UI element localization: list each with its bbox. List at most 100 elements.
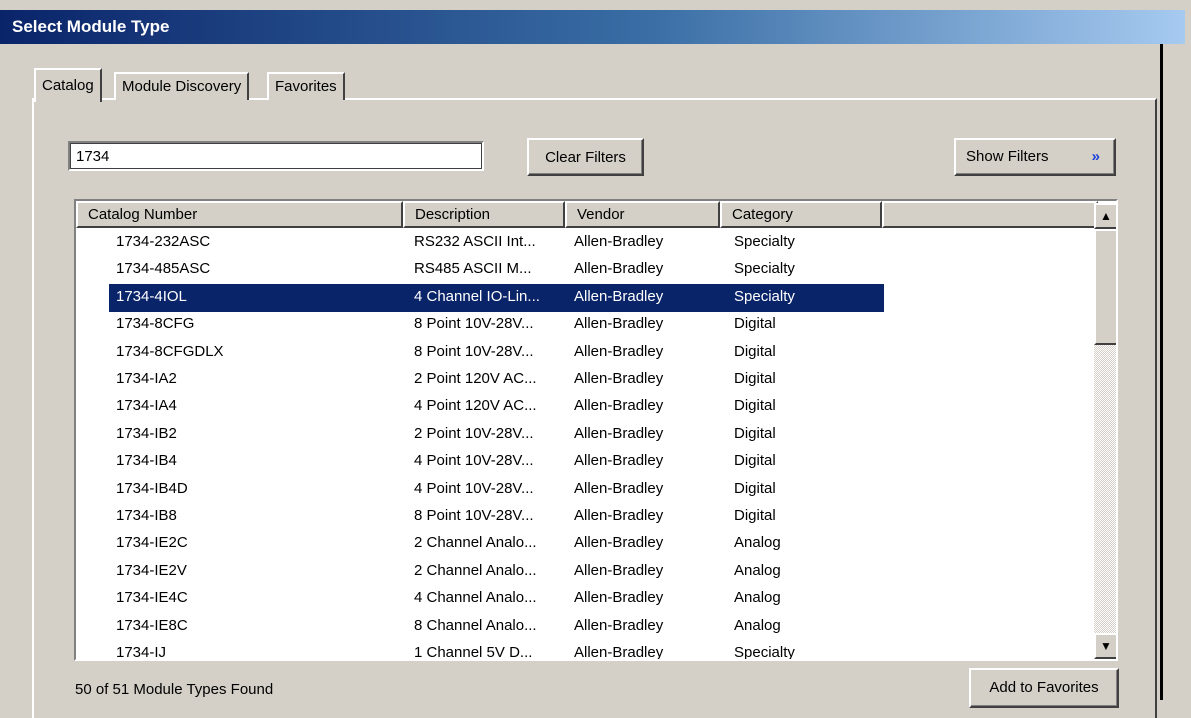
table-row[interactable]: 1734-232ASC RS232 ASCII Int... Allen-Bradl… [76,229,1096,257]
column-header-category[interactable]: Category [720,201,882,228]
cell-vendor: Allen-Bradley [574,424,664,442]
cell-vendor: Allen-Bradley [574,397,664,415]
cell-vendor: Allen-Bradley [574,452,664,470]
show-filters-label: Show Filters [966,148,1049,165]
cell-vendor: Allen-Bradley [574,644,664,661]
cell-description: 4 Point 120V AC... [414,397,537,415]
cell-description: 4 Channel Analo... [414,589,537,607]
table-row[interactable]: 1734-IB2 2 Point 10V-28V... Allen-Bradley D… [76,421,1096,449]
add-to-favorites-button[interactable]: Add to Favorites [969,668,1119,708]
cell-description: 2 Point 120V AC... [414,370,537,387]
clear-filters-label: Clear Filters [545,149,626,166]
cell-catalog-number: 1734-IE2V [116,561,187,579]
column-header-catalog-number[interactable]: Catalog Number [76,201,403,228]
cell-catalog-number: 1734-IB4D [116,479,188,497]
cell-description: 8 Channel Analo... [414,616,537,634]
cell-description: 2 Point 10V-28V... [414,424,534,442]
cell-catalog-number: 1734-IB2 [116,424,177,442]
cell-catalog-number: 1734-IE2C [116,534,188,552]
cell-category: Digital [734,424,776,442]
table-row[interactable]: 1734-485ASC RS485 ASCII M... Allen-Bradley… [76,256,1096,284]
cell-vendor: Allen-Bradley [574,616,664,634]
cell-category: Analog [734,561,781,579]
scroll-up-arrow-icon[interactable]: ▲ [1094,203,1116,229]
table-row[interactable]: 1734-IB4D 4 Point 10V-28V... Allen-Bradley… [76,476,1096,504]
cell-catalog-number: 1734-IB4 [116,452,177,470]
cell-catalog-number: 1734-8CFGDLX [116,342,224,360]
table-row[interactable]: 1734-IE2C 2 Channel Analo... Allen-Bradley… [76,530,1096,558]
cell-vendor: Allen-Bradley [574,479,664,497]
table-row[interactable]: 1734-8CFGDLX 8 Point 10V-28V... Allen-Brad… [76,339,1096,367]
cell-description: 4 Point 10V-28V... [414,452,534,470]
title-bar[interactable]: Select Module Type [0,10,1185,44]
catalog-search-input[interactable] [68,141,484,171]
tab-catalog[interactable]: Catalog [34,68,102,102]
cell-description: 8 Point 10V-28V... [414,342,534,360]
table-row[interactable]: 1734-IA2 2 Point 120V AC... Allen-Bradley D… [76,366,1096,394]
window-border [1160,44,1163,700]
cell-description: 2 Channel Analo... [414,561,537,579]
show-filters-button[interactable]: Show Filters » [954,138,1116,176]
cell-description: 1 Channel 5V D... [414,644,533,661]
table-row[interactable]: 1734-IJ 1 Channel 5V D... Allen-Bradley Spe… [76,640,1096,661]
cell-description: 2 Channel Analo... [414,534,537,552]
cell-category: Digital [734,479,776,497]
table-row[interactable]: 1734-4IOL 4 Channel IO-Lin... Allen-Bradle… [76,283,1096,312]
cell-vendor: Allen-Bradley [574,233,664,250]
cell-category: Digital [734,452,776,470]
cell-category: Analog [734,589,781,607]
table-row[interactable]: 1734-IE2V 2 Channel Analo... Allen-Bradley… [76,558,1096,586]
table-row[interactable]: 1734-IE8C 8 Channel Analo... Allen-Bradley… [76,613,1096,641]
cell-category: Specialty [734,260,795,278]
vertical-scrollbar[interactable]: ▲ ▼ [1094,203,1116,659]
cell-description: 8 Point 10V-28V... [414,507,534,524]
cell-description: 4 Point 10V-28V... [414,479,534,497]
cell-vendor: Allen-Bradley [574,287,664,305]
cell-category: Digital [734,342,776,360]
cell-catalog-number: 1734-232ASC [116,233,211,250]
table-row[interactable]: 1734-IA4 4 Point 120V AC... Allen-Bradley D… [76,393,1096,421]
column-header-blank [882,201,1098,228]
cell-catalog-number: 1734-4IOL [116,287,187,305]
cell-vendor: Allen-Bradley [574,589,664,607]
cell-vendor: Allen-Bradley [574,370,664,387]
cell-description: RS485 ASCII M... [414,260,532,278]
module-list[interactable]: Catalog Number Description Vendor Catego… [74,199,1118,661]
table-row[interactable]: 1734-IE4C 4 Channel Analo... Allen-Bradley… [76,585,1096,613]
table-row[interactable]: 1734-IB8 8 Point 10V-28V... Allen-Bradley D… [76,503,1096,531]
cell-category: Digital [734,397,776,415]
cell-vendor: Allen-Bradley [574,260,664,278]
clear-filters-button[interactable]: Clear Filters [527,138,644,176]
cell-category: Analog [734,616,781,634]
column-header-vendor[interactable]: Vendor [565,201,720,228]
cell-catalog-number: 1734-IE4C [116,589,188,607]
cell-category: Analog [734,534,781,552]
cell-vendor: Allen-Bradley [574,342,664,360]
table-row[interactable]: 1734-IB4 4 Point 10V-28V... Allen-Bradley D… [76,448,1096,476]
window-title: Select Module Type [12,17,170,36]
status-text: 50 of 51 Module Types Found [75,681,274,698]
column-header-description[interactable]: Description [403,201,565,228]
cell-vendor: Allen-Bradley [574,315,664,333]
cell-description: 8 Point 10V-28V... [414,315,534,333]
cell-catalog-number: 1734-IJ [116,644,167,661]
cell-category: Digital [734,507,776,524]
scroll-down-arrow-icon[interactable]: ▼ [1094,633,1116,659]
tab-module-discovery[interactable]: Module Discovery [114,72,250,100]
scrollbar-thumb[interactable] [1094,229,1116,345]
cell-description: 4 Channel IO-Lin... [414,287,540,305]
double-chevron-down-icon: » [1091,148,1100,165]
cell-category: Specialty [734,233,795,250]
table-row[interactable]: 1734-8CFG 8 Point 10V-28V... Allen-Bradley… [76,311,1096,339]
tab-favorites[interactable]: Favorites [267,72,345,100]
cell-catalog-number: 1734-8CFG [116,315,195,333]
add-to-favorites-label: Add to Favorites [989,679,1099,696]
select-module-type-dialog: Select Module Type Catalog Module Discov… [0,0,1191,718]
cell-category: Specialty [734,644,795,661]
list-header: Catalog Number Description Vendor Catego… [76,201,1098,228]
cell-category: Digital [734,315,776,333]
cell-description: RS232 ASCII Int... [414,233,536,250]
cell-catalog-number: 1734-485ASC [116,260,211,278]
cell-catalog-number: 1734-IA4 [116,397,177,415]
cell-vendor: Allen-Bradley [574,507,664,524]
